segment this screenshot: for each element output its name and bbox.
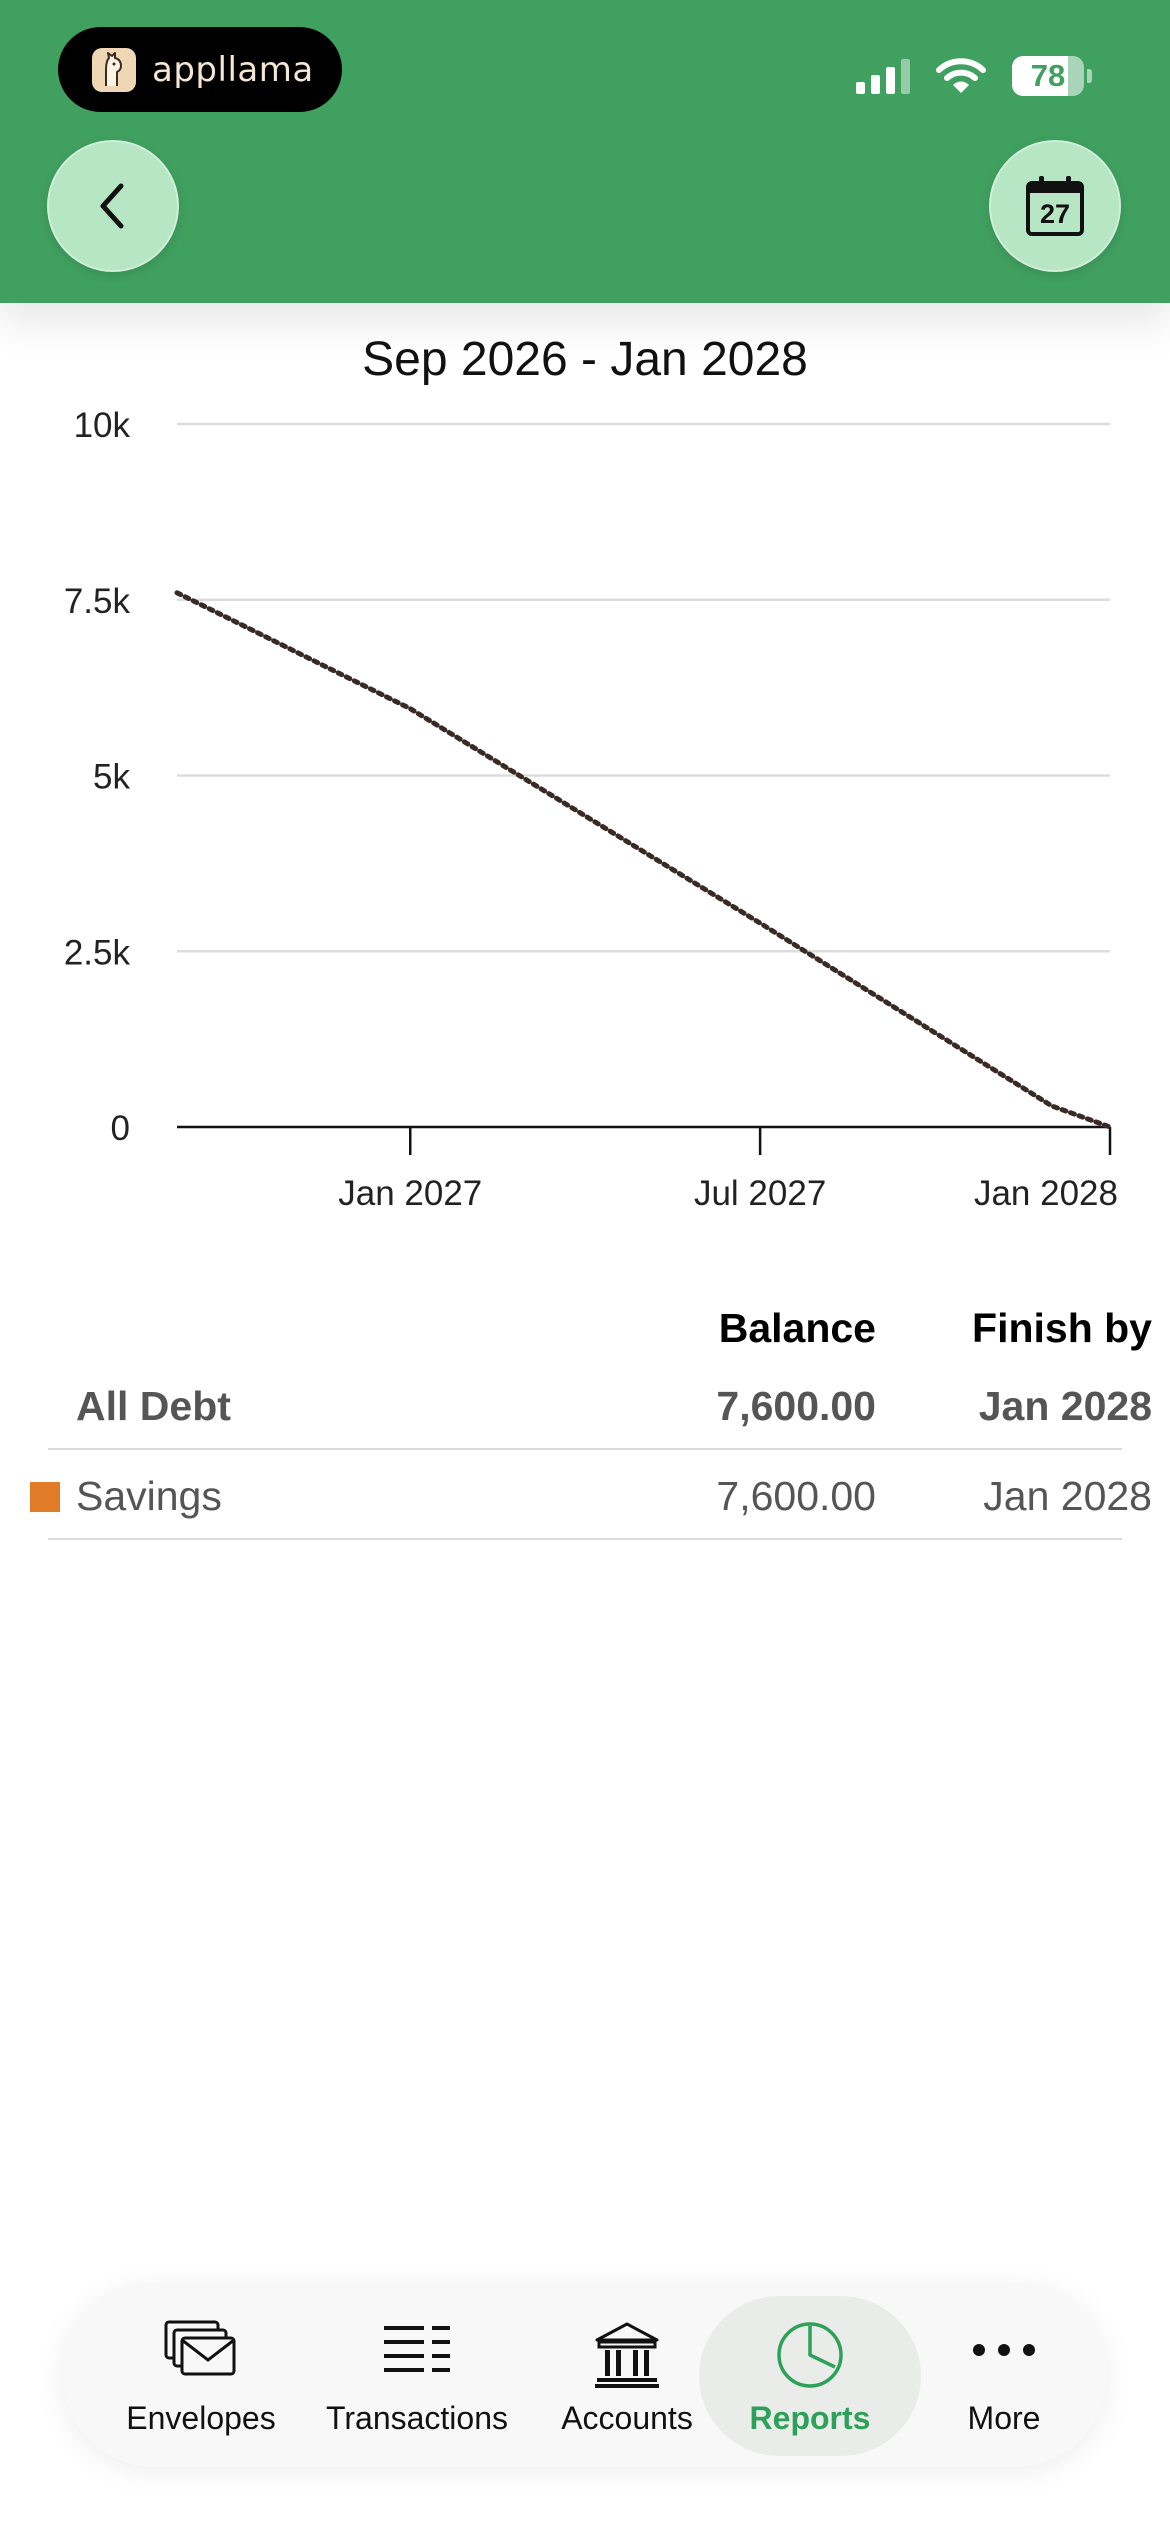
x-tick-label: Jul 2027 xyxy=(694,1174,826,1213)
chart-title: Sep 2026 - Jan 2028 xyxy=(362,333,808,386)
finish-by-column-header: Finish by xyxy=(972,1305,1152,1351)
row-divider xyxy=(48,1448,1122,1450)
battery-icon: 78 xyxy=(1012,56,1092,96)
more-dots-icon xyxy=(973,2344,1035,2356)
tab-bar: Envelopes Transactions Accounts Reports xyxy=(63,2284,1107,2467)
row-finish-by: Jan 2028 xyxy=(983,1473,1152,1519)
app-header: appllama 78 27 xyxy=(0,0,1170,303)
total-finish-by: Jan 2028 xyxy=(978,1383,1152,1429)
pie-chart-icon xyxy=(777,2322,843,2388)
row-divider xyxy=(48,1538,1122,1540)
row-name: Savings xyxy=(76,1473,222,1519)
debt-payoff-chart: 0 2.5k 5k 7.5k 10k Jan 2027 Jul 2027 Jan 2028 xyxy=(64,406,1118,1213)
tab-transactions[interactable]: Transactions xyxy=(319,2284,515,2467)
total-balance: 7,600.00 xyxy=(716,1383,876,1429)
tab-envelopes[interactable]: Envelopes xyxy=(103,2284,299,2467)
tab-label: More xyxy=(967,2400,1041,2436)
tab-more[interactable]: More xyxy=(923,2284,1085,2467)
tab-accounts[interactable]: Accounts xyxy=(529,2284,725,2467)
dynamic-island-app-badge: appllama xyxy=(58,27,342,112)
transactions-list-icon xyxy=(384,2326,450,2372)
battery-level: 78 xyxy=(1030,58,1066,93)
back-button[interactable] xyxy=(47,140,179,272)
tab-label: Transactions xyxy=(326,2400,508,2436)
x-tick-label: Jan 2027 xyxy=(338,1174,482,1213)
y-tick-label: 5k xyxy=(93,758,130,797)
app-name: appllama xyxy=(152,49,314,90)
envelopes-icon xyxy=(164,2320,236,2376)
status-icons: 78 xyxy=(856,56,1092,96)
date-range-button[interactable]: 27 xyxy=(989,140,1121,272)
tab-label: Accounts xyxy=(561,2400,693,2436)
y-tick-label: 0 xyxy=(111,1109,130,1148)
x-tick-label: Jan 2028 xyxy=(974,1174,1118,1213)
total-name: All Debt xyxy=(76,1383,231,1429)
series-line xyxy=(174,590,1113,1130)
tab-label: Envelopes xyxy=(126,2400,276,2436)
tab-reports[interactable]: Reports xyxy=(712,2284,908,2467)
calendar-day: 27 xyxy=(1039,199,1071,229)
llama-logo-icon xyxy=(92,47,136,92)
y-tick-label: 10k xyxy=(74,406,131,445)
bank-icon xyxy=(595,2322,659,2388)
y-tick-label: 2.5k xyxy=(64,933,131,972)
y-tick-label: 7.5k xyxy=(64,582,131,621)
tab-label: Reports xyxy=(749,2400,871,2436)
balance-column-header: Balance xyxy=(718,1305,876,1351)
chevron-left-icon xyxy=(100,183,124,229)
calendar-icon: 27 xyxy=(1025,175,1085,237)
row-balance: 7,600.00 xyxy=(716,1473,876,1519)
wifi-icon xyxy=(936,58,986,93)
savings-color-swatch xyxy=(30,1482,60,1512)
cellular-signal-icon xyxy=(856,58,910,94)
